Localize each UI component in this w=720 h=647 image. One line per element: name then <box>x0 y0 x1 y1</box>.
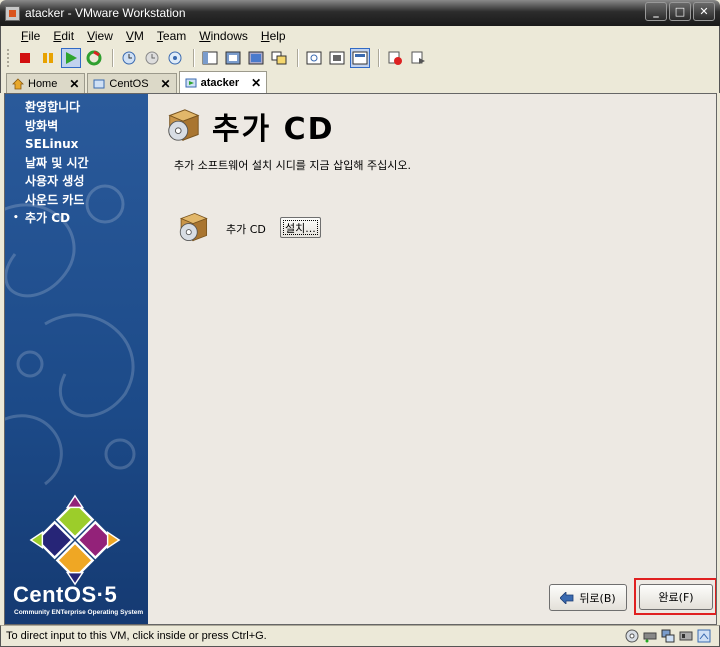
step-item: 사용자 생성 <box>25 174 85 188</box>
window-controls: _ □ ✕ <box>645 2 715 21</box>
step-item: 사운드 카드 <box>25 192 85 207</box>
status-device-icons <box>625 629 711 643</box>
firstboot-sidebar: 환영합니다 방화벽 SELinux 날짜 및 시간 사용자 생성 사운드 카드 … <box>5 94 148 624</box>
minimize-button[interactable]: _ <box>645 2 667 21</box>
page-title: 추가 CD <box>212 112 335 147</box>
vm-icon <box>93 79 105 88</box>
menu-windows[interactable]: Windows <box>199 29 248 43</box>
cd-drive-icon[interactable] <box>625 629 639 643</box>
back-button-label: 뒤로(B) <box>579 591 616 605</box>
current-step-bullet: • <box>13 213 19 223</box>
vm-display[interactable]: 환영합니다 방화벽 SELinux 날짜 및 시간 사용자 생성 사운드 카드 … <box>4 93 717 625</box>
summary-icon[interactable] <box>269 48 289 68</box>
toolbar <box>0 46 720 70</box>
step-item: 방화벽 <box>25 118 59 133</box>
toolbar-separator <box>297 49 299 67</box>
step-item: SELinux <box>25 137 79 151</box>
toolbar-separator <box>193 49 195 67</box>
full-screen-icon[interactable] <box>223 48 243 68</box>
maximize-button[interactable]: □ <box>669 2 691 21</box>
display-icon[interactable] <box>697 629 711 643</box>
record-icon[interactable] <box>385 48 405 68</box>
step-list: 환영합니다 방화벽 SELinux 날짜 및 시간 사용자 생성 사운드 카드 … <box>13 98 89 228</box>
home-icon <box>12 77 24 89</box>
tab-label: atacker <box>200 76 240 89</box>
quick-switch-icon[interactable] <box>246 48 266 68</box>
centos-brand: CentOS·5 <box>13 582 118 607</box>
tab-strip: Home ✕ CentOS ✕ atacker ✕ <box>0 70 720 93</box>
highlight-box: 완료(F) <box>634 578 716 615</box>
tab-label: CentOS <box>109 77 149 90</box>
tab-home[interactable]: Home ✕ <box>6 73 86 93</box>
sound-card-icon[interactable] <box>679 629 693 643</box>
install-button[interactable]: 설치... <box>280 217 321 238</box>
reset-icon[interactable] <box>84 48 104 68</box>
close-icon[interactable]: ✕ <box>161 77 171 91</box>
status-bar: To direct input to this VM, click inside… <box>0 625 720 647</box>
snapshot-manager-icon[interactable] <box>165 48 185 68</box>
additional-cd-label: 추가 CD <box>226 223 266 236</box>
page-description: 추가 소프트웨어 설치 시디를 지금 삽입해 주십시오. <box>174 159 411 172</box>
close-icon[interactable]: ✕ <box>251 76 261 90</box>
stop-icon[interactable] <box>15 48 35 68</box>
step-item: 환영합니다 <box>25 100 81 114</box>
menu-edit[interactable]: Edit <box>53 29 74 43</box>
play-icon[interactable] <box>61 48 81 68</box>
replay-icon[interactable] <box>408 48 428 68</box>
usb-device-icon[interactable] <box>643 629 657 643</box>
toolbar-separator <box>112 49 114 67</box>
close-button[interactable]: ✕ <box>693 2 715 21</box>
menu-file[interactable]: File <box>21 29 40 43</box>
status-text: To direct input to this VM, click inside… <box>6 630 267 642</box>
sidebar-toggle-icon[interactable] <box>200 48 220 68</box>
centos-tagline: Community ENTerprise Operating System <box>14 609 144 616</box>
cd-box-icon <box>168 109 200 141</box>
step-item-current: • 추가 CD <box>13 209 89 228</box>
tab-centos[interactable]: CentOS ✕ <box>87 73 177 93</box>
console-icon[interactable] <box>304 48 324 68</box>
menu-view[interactable]: View <box>87 29 113 43</box>
arrow-left-icon <box>560 591 574 604</box>
vmware-app-icon[interactable] <box>5 5 20 21</box>
pause-icon[interactable] <box>38 48 58 68</box>
unity-icon[interactable] <box>327 48 347 68</box>
view-icon[interactable] <box>350 48 370 68</box>
menu-bar: File Edit View VM Team Windows Help <box>0 26 720 46</box>
tab-atacker[interactable]: atacker ✕ <box>178 71 268 93</box>
cd-box-icon <box>179 212 208 242</box>
menu-vm[interactable]: VM <box>126 29 144 43</box>
window-title: atacker - VMware Workstation <box>25 6 186 20</box>
menu-team[interactable]: Team <box>157 29 186 43</box>
network-adapter-icon[interactable] <box>661 629 675 643</box>
centos-logo-icon <box>29 494 121 586</box>
tab-label: Home <box>28 77 58 90</box>
title-bar: atacker - VMware Workstation _ □ ✕ <box>0 0 720 26</box>
toolbar-grip[interactable] <box>7 49 11 67</box>
vm-running-icon <box>185 78 197 87</box>
close-icon[interactable]: ✕ <box>69 77 79 91</box>
menu-help[interactable]: Help <box>261 29 286 43</box>
back-button[interactable]: 뒤로(B) <box>549 584 627 611</box>
main-panel: 추가 CD 추가 소프트웨어 설치 시디를 지금 삽입해 주십시오. 추가 CD… <box>148 94 716 624</box>
toolbar-separator <box>378 49 380 67</box>
step-item: 날짜 및 시간 <box>25 155 89 170</box>
revert-snapshot-icon[interactable] <box>142 48 162 68</box>
snapshot-icon[interactable] <box>119 48 139 68</box>
finish-button[interactable]: 완료(F) <box>639 584 713 610</box>
